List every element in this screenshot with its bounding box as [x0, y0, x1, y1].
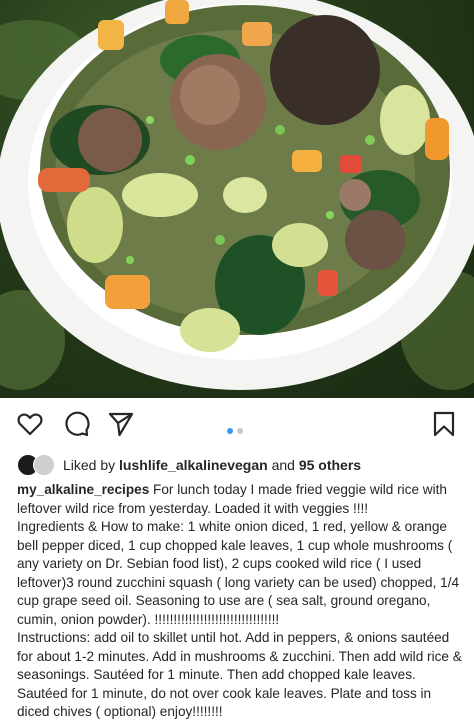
carousel-dot-active	[227, 428, 233, 434]
heart-icon[interactable]	[16, 410, 44, 438]
caption-instructions: Instructions: add oil to skillet until h…	[17, 630, 462, 719]
liker-username-link[interactable]: lushlife_alkalinevegan	[119, 457, 268, 473]
caption-intro-paragraph: my_alkaline_recipes For lunch today I ma…	[17, 481, 465, 518]
post-photo[interactable]	[0, 0, 474, 398]
likes-prefix: Liked by	[63, 457, 116, 473]
carousel-dot	[237, 428, 243, 434]
likes-others-link[interactable]: 95 others	[299, 457, 361, 473]
caption-ingredients: Ingredients & How to make: 1 white onion…	[17, 519, 460, 627]
send-icon[interactable]	[107, 410, 135, 438]
liker-avatar[interactable]	[33, 454, 55, 476]
post-caption: my_alkaline_recipes For lunch today I ma…	[17, 481, 465, 722]
likes-row: Liked by lushlife_alkalinevegan and 95 o…	[17, 452, 467, 478]
caption-username-link[interactable]: my_alkaline_recipes	[17, 482, 149, 497]
likes-summary: Liked by lushlife_alkalinevegan and 95 o…	[63, 457, 361, 473]
food-photo-illustration	[0, 0, 474, 390]
carousel-indicator	[227, 421, 247, 434]
comment-icon[interactable]	[62, 410, 90, 438]
bookmark-icon[interactable]	[430, 410, 458, 438]
likes-connector: and	[271, 457, 295, 473]
